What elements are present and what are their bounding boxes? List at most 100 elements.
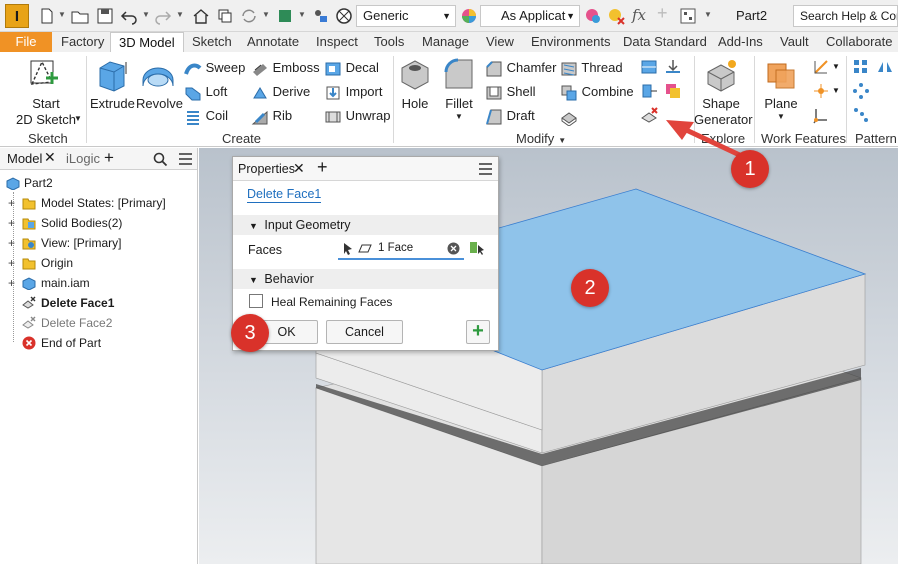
circular-pattern-icon[interactable] <box>852 82 870 100</box>
tab-vault[interactable]: Vault <box>780 32 809 52</box>
app-logo[interactable]: I <box>5 4 29 28</box>
copy-icon[interactable] <box>216 7 234 25</box>
split-icon[interactable] <box>640 58 658 76</box>
appearance-dropdown[interactable]: As Applicat ▼ <box>480 5 580 27</box>
rectangular-pattern-icon[interactable] <box>852 58 870 76</box>
emboss-button[interactable]: Emboss <box>251 58 320 78</box>
thicken-icon[interactable] <box>560 108 578 126</box>
tab-factory[interactable]: Factory <box>61 32 104 52</box>
work-point-icon[interactable] <box>812 82 830 100</box>
shell-button[interactable]: Shell <box>485 82 536 102</box>
copy-object-icon[interactable] <box>664 82 682 100</box>
rib-button[interactable]: Rib <box>251 106 292 126</box>
coil-button[interactable]: Coil <box>184 106 228 126</box>
clear-appearance-icon[interactable] <box>607 7 625 25</box>
redo-icon[interactable] <box>154 7 172 25</box>
tab-ilogic[interactable]: iLogic <box>66 151 100 166</box>
chevron-down-icon[interactable]: ▼ <box>298 10 306 19</box>
chevron-down-icon[interactable]: ▼ <box>58 10 66 19</box>
tab-view[interactable]: View <box>486 32 514 52</box>
revolve-button[interactable]: Revolve <box>136 56 183 112</box>
expand-icon[interactable]: + <box>8 214 18 232</box>
input-geometry-section[interactable]: ▼ Input Geometry <box>233 215 498 235</box>
search-icon[interactable] <box>153 152 168 167</box>
expand-icon[interactable]: + <box>8 194 18 212</box>
expand-icon[interactable]: + <box>8 274 18 292</box>
import-button[interactable]: Import <box>324 82 382 102</box>
faces-selector[interactable]: 1 Face <box>338 238 464 260</box>
thread-button[interactable]: Thread <box>560 58 623 78</box>
move-face-icon[interactable] <box>640 82 658 100</box>
tab-collaborate[interactable]: Collaborate <box>826 32 893 52</box>
tab-environments[interactable]: Environments <box>531 32 610 52</box>
adjust-appearance-icon[interactable] <box>584 7 602 25</box>
direct-edit-icon[interactable] <box>664 58 682 76</box>
open-folder-icon[interactable] <box>71 7 89 25</box>
chevron-down-icon[interactable]: ▼ <box>262 10 270 19</box>
feature-name-field[interactable]: Delete Face1 <box>247 187 322 203</box>
tab-data-standard[interactable]: Data Standard <box>623 32 707 52</box>
select-icon[interactable] <box>276 7 294 25</box>
tab-sketch[interactable]: Sketch <box>192 32 232 52</box>
draft-button[interactable]: Draft <box>485 106 535 126</box>
start-2d-sketch-button[interactable]: Start 2D Sketch ▼ <box>14 56 82 128</box>
chamfer-button[interactable]: Chamfer <box>485 58 556 78</box>
tab-manage[interactable]: Manage <box>422 32 469 52</box>
loft-button[interactable]: Loft <box>184 82 227 102</box>
chevron-down-icon[interactable]: ▼ <box>832 62 840 71</box>
properties-tab[interactable]: Properties <box>238 162 295 176</box>
work-axis-icon[interactable] <box>812 58 830 76</box>
clear-icon[interactable] <box>447 242 460 255</box>
ilogic-icon[interactable] <box>679 7 697 25</box>
menu-icon[interactable] <box>178 152 193 166</box>
cancel-button[interactable]: Cancel <box>326 320 403 344</box>
tab-tools[interactable]: Tools <box>374 32 404 52</box>
menu-icon[interactable] <box>478 162 493 176</box>
behavior-section[interactable]: ▼ Behavior <box>233 269 498 289</box>
add-tab-icon[interactable]: + <box>104 148 114 168</box>
chevron-down-icon[interactable]: ▼ <box>142 10 150 19</box>
material-dropdown[interactable]: Generic ▼ <box>356 5 456 27</box>
expand-icon[interactable]: + <box>8 254 18 272</box>
tab-add-ins[interactable]: Add-Ins <box>718 32 763 52</box>
appearance-icon[interactable] <box>460 7 478 25</box>
undo-icon[interactable] <box>120 7 138 25</box>
apply-plus-button[interactable]: + <box>466 320 490 344</box>
select-other-icon[interactable] <box>469 239 487 257</box>
save-icon[interactable] <box>96 7 114 25</box>
tab-annotate[interactable]: Annotate <box>247 32 299 52</box>
fillet-button[interactable]: Fillet ▼ <box>440 56 478 122</box>
plane-button[interactable]: Plane ▼ <box>760 56 802 122</box>
chevron-down-icon[interactable]: ▼ <box>176 10 184 19</box>
update-icon[interactable] <box>240 7 258 25</box>
tab-inspect[interactable]: Inspect <box>316 32 358 52</box>
derive-button[interactable]: Derive <box>251 82 310 102</box>
close-icon[interactable]: ✕ <box>293 160 305 177</box>
unwrap-button[interactable]: Unwrap <box>324 106 390 126</box>
user-icon[interactable] <box>311 7 329 25</box>
visual-style-icon[interactable] <box>335 7 353 25</box>
heal-remaining-faces-checkbox[interactable] <box>249 294 263 308</box>
chevron-down-icon[interactable]: ▼ <box>832 86 840 95</box>
mirror-icon[interactable] <box>876 58 894 76</box>
home-icon[interactable] <box>192 7 210 25</box>
tab-file[interactable]: File <box>0 32 52 52</box>
ucs-icon[interactable] <box>812 106 830 124</box>
hole-button[interactable]: Hole <box>396 56 434 112</box>
expand-icon[interactable]: + <box>8 234 18 252</box>
extrude-button[interactable]: Extrude <box>90 56 135 112</box>
close-icon[interactable]: ✕ <box>44 149 56 166</box>
add-tab-icon[interactable]: + <box>317 157 328 178</box>
panel-label-modify[interactable]: Modify ▼ <box>516 131 566 146</box>
decal-button[interactable]: Decal <box>324 58 379 78</box>
combine-button[interactable]: Combine <box>560 82 634 102</box>
plus-icon[interactable]: + <box>657 3 668 24</box>
sweep-button[interactable]: Sweep <box>184 58 245 78</box>
sketch-pattern-icon[interactable] <box>852 106 870 124</box>
tab-3d-model[interactable]: 3D Model <box>110 32 184 53</box>
search-input[interactable]: Search Help & Commands <box>793 5 898 27</box>
delete-face-icon[interactable] <box>640 106 660 124</box>
new-file-icon[interactable] <box>38 7 56 25</box>
tab-model[interactable]: Model <box>7 151 42 166</box>
chevron-down-icon[interactable]: ▼ <box>704 10 712 19</box>
